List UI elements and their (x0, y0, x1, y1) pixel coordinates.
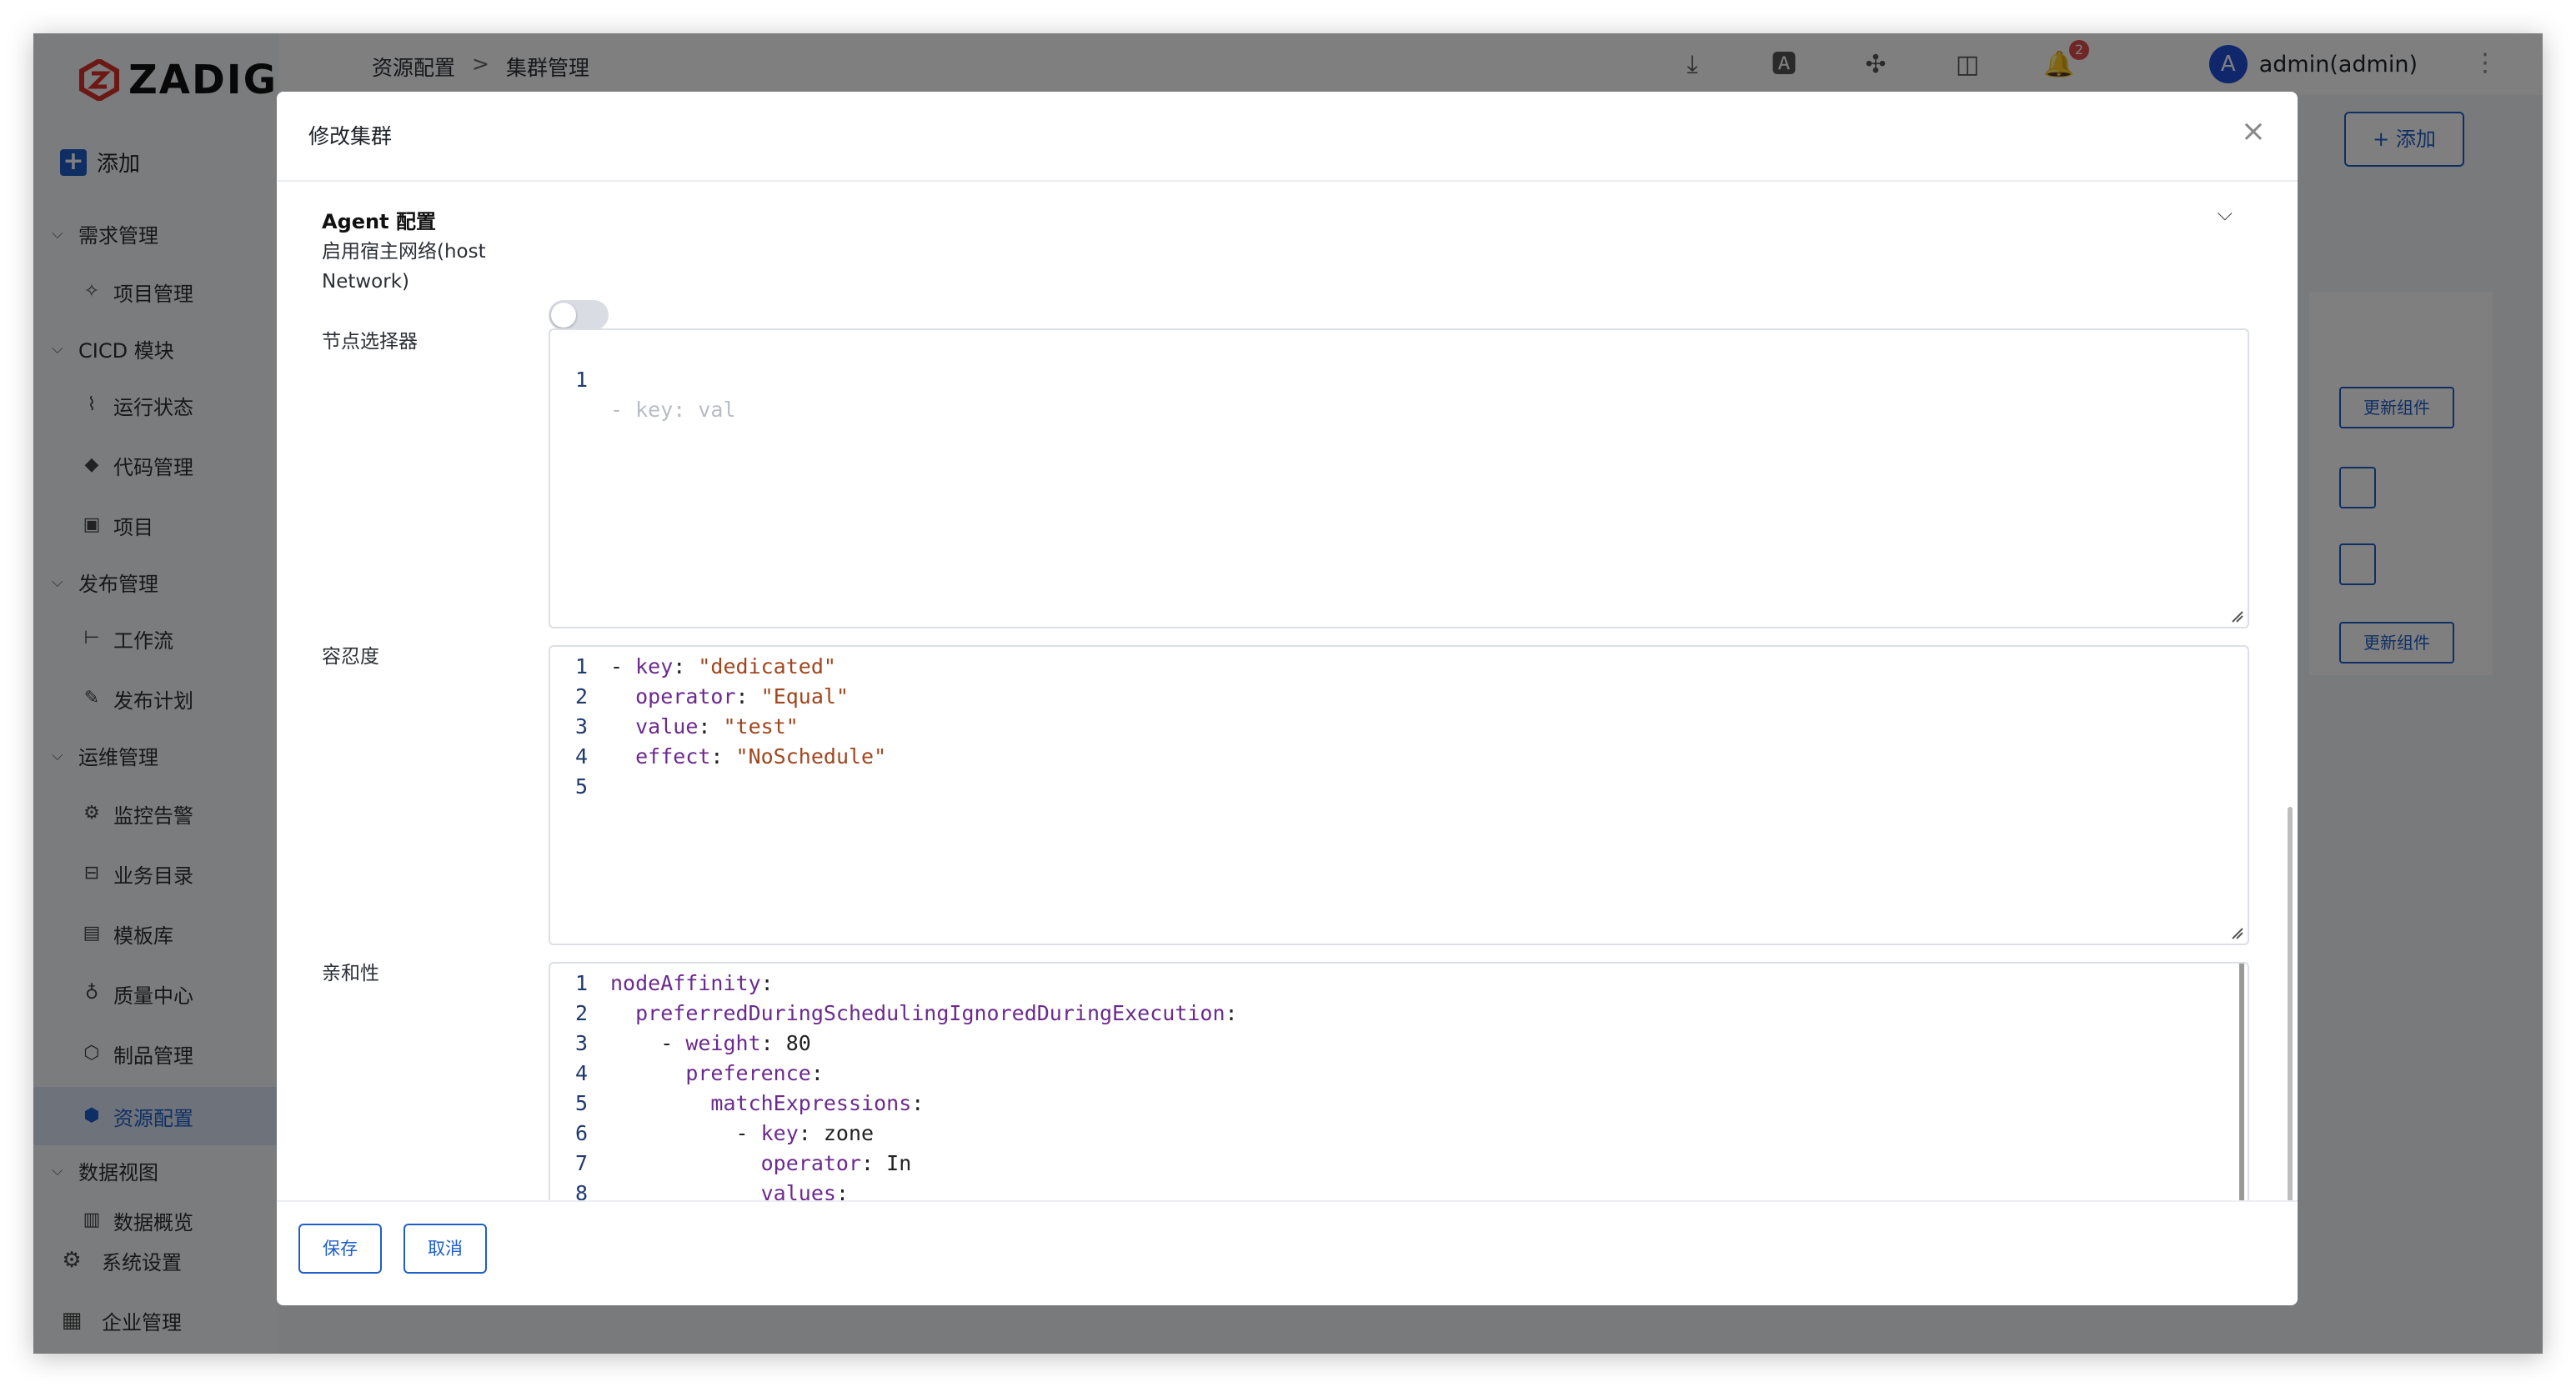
code-text: values: (610, 1179, 849, 1200)
code-text: preferredDuringSchedulingIgnoredDuringEx… (610, 999, 1238, 1029)
close-icon[interactable]: × (2241, 115, 2266, 148)
chevron-down-icon[interactable]: ⌵ (2218, 202, 2233, 225)
code-text: effect: "NoSchedule" (610, 742, 886, 772)
dialog-body: Agent 配置 ⌵ 启用宿主网络(host Network) 节点选择器 1 … (277, 182, 2298, 1200)
code-token: value (635, 714, 699, 739)
placeholder-text: - key: val (610, 398, 736, 422)
code-token: preferredDuringSchedulingIgnoredDuringEx… (635, 1001, 1225, 1025)
dialog-scrollbar[interactable] (2288, 807, 2293, 1200)
save-button[interactable]: 保存 (298, 1224, 382, 1274)
node-selector-editor[interactable]: 1 - key: val (549, 328, 2249, 628)
code-token: : (760, 971, 774, 995)
code-text: - weight: 80 (610, 1029, 811, 1059)
code-token: "NoSchedule" (735, 744, 887, 769)
code-token: - (610, 654, 636, 678)
code-text: - key: "dedicated" (610, 652, 836, 682)
line-number: 7 (575, 1151, 589, 1175)
code-text: operator: "Equal" (610, 682, 849, 712)
code-token: - (610, 1031, 686, 1055)
code-token: : In (861, 1151, 912, 1175)
code-token: matchExpressions (710, 1091, 912, 1115)
code-token: values (760, 1181, 836, 1200)
code-token: : (698, 714, 724, 739)
affinity-label: 亲和性 (322, 963, 379, 984)
tolerations-label: 容忍度 (322, 646, 379, 668)
line-number: 8 (575, 1181, 589, 1200)
code-text: nodeAffinity: (610, 969, 774, 999)
dialog-header: 修改集群 × (277, 92, 2298, 182)
line-number: 5 (575, 1091, 589, 1115)
section-title-agent-config: Agent 配置 (322, 210, 436, 233)
code-text: value: "test" (610, 712, 799, 742)
resize-handle-icon[interactable] (2231, 610, 2244, 623)
host-network-toggle[interactable] (549, 300, 609, 330)
code-token: : (911, 1091, 925, 1115)
code-token: "dedicated" (698, 654, 836, 678)
edit-cluster-dialog: 修改集群 × Agent 配置 ⌵ 启用宿主网络(host Network) 节… (277, 92, 2298, 1305)
editor-scrollbar[interactable] (2239, 964, 2244, 1200)
code-token: : (810, 1061, 824, 1085)
host-network-label: 启用宿主网络(host Network) (322, 241, 486, 293)
code-token: : (710, 744, 736, 769)
code-token: "Equal" (760, 684, 849, 709)
code-token: : zone (798, 1121, 875, 1145)
line-number: 3 (575, 1031, 589, 1055)
tolerations-editor[interactable]: 1- key: "dedicated" 2 operator: "Equal" 3 … (549, 645, 2249, 945)
code-token: key (760, 1121, 799, 1145)
code-token: key (635, 654, 674, 678)
dialog-footer: 保存 取消 (277, 1200, 2298, 1305)
node-selector-label: 节点选择器 (322, 331, 418, 353)
code-token: weight (685, 1031, 761, 1055)
code-token: : 80 (760, 1031, 811, 1055)
line-number: 1 (575, 368, 589, 392)
toggle-knob (551, 303, 576, 328)
line-number: 4 (575, 1061, 589, 1085)
resize-handle-icon[interactable] (2231, 927, 2244, 940)
cancel-button[interactable]: 取消 (403, 1224, 487, 1274)
line-number: 3 (575, 714, 589, 739)
line-number: 2 (575, 684, 589, 709)
code-token: operator (635, 684, 736, 709)
code-token: "test" (723, 714, 799, 739)
code-token: : (1225, 1001, 1238, 1025)
code-text: preference: (610, 1059, 824, 1089)
code-token: : (735, 684, 761, 709)
code-token: : (673, 654, 699, 678)
code-token: effect (635, 744, 711, 769)
code-token: : (835, 1181, 849, 1200)
code-text: - key: zone (610, 1119, 875, 1149)
line-number: 2 (575, 1001, 589, 1025)
app-window: ZADIG + 添加 ⌵需求管理 ✧项目管理 ⌵CICD 模块 ⌇运行状态 ◆代… (33, 33, 2543, 1354)
line-number: 1 (575, 654, 589, 678)
code-token: operator (760, 1151, 862, 1175)
dialog-title: 修改集群 (308, 124, 393, 148)
affinity-editor[interactable]: 1 nodeAffinity: 2 preferredDuringSchedulin… (549, 962, 2249, 1200)
line-number: 1 (575, 971, 589, 995)
code-text: matchExpressions: (610, 1089, 924, 1119)
code-line: 1 - key: val (550, 335, 736, 422)
line-number: 5 (575, 774, 589, 799)
line-number: 4 (575, 744, 589, 769)
code-token: preference (685, 1061, 811, 1085)
code-token: - (610, 1121, 761, 1145)
code-token: nodeAffinity (610, 971, 761, 995)
code-text: operator: In (610, 1149, 912, 1179)
line-number: 6 (575, 1121, 589, 1145)
